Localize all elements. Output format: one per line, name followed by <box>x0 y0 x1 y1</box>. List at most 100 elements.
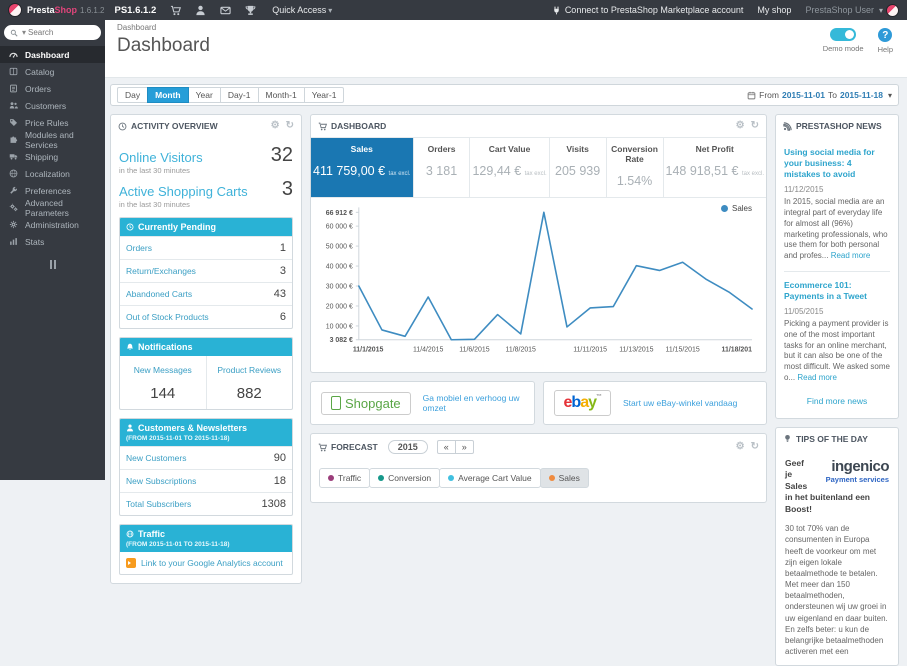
sidebar-item-stats[interactable]: Stats <box>0 233 105 250</box>
ebay-letter: b <box>571 394 580 411</box>
kpi-label: Conversion Rate <box>609 144 661 164</box>
sidebar-item-price-rules[interactable]: Price Rules <box>0 114 105 131</box>
refresh-icon[interactable]: ↻ <box>751 121 759 131</box>
pending-returns-link[interactable]: Return/Exchanges <box>126 266 196 276</box>
book-icon <box>9 67 18 76</box>
wrench-icon <box>9 186 18 195</box>
sidebar-item-orders[interactable]: Orders <box>0 80 105 97</box>
forecast-traffic-button[interactable]: Traffic <box>319 468 370 488</box>
date-range-picker[interactable]: From 2015-11-01 To 2015-11-18 ▾ <box>747 90 892 100</box>
ebay-module-card: ebay™ Start uw eBay-winkel vandaag <box>543 381 768 425</box>
gear-icon[interactable]: ⚙ <box>736 442 745 452</box>
demo-mode-control[interactable]: Demo mode <box>823 28 864 54</box>
new-messages-value: 144 <box>122 385 204 402</box>
marketplace-link[interactable]: Connect to PrestaShop Marketplace accoun… <box>552 5 744 15</box>
product-reviews-link[interactable]: Product Reviews <box>217 365 281 375</box>
filter-day-1-button[interactable]: Day-1 <box>220 87 259 103</box>
sidebar-item-shipping[interactable]: Shipping <box>0 148 105 165</box>
sidebar-item-catalog[interactable]: Catalog <box>0 63 105 80</box>
sidebar-item-label: Stats <box>25 237 44 247</box>
news-article-title[interactable]: Ecommerce 101: Payments in a Tweet <box>784 280 890 302</box>
main-content: Dashboard Dashboard Demo mode ? Help Day… <box>105 20 907 480</box>
sidebar-item-modules[interactable]: Modules and Services <box>0 131 105 148</box>
active-carts-sub: in the last 30 minutes <box>119 200 293 209</box>
refresh-icon[interactable]: ↻ <box>751 442 759 452</box>
gear-icon <box>9 220 18 229</box>
sidebar-collapse-handle[interactable] <box>0 260 105 269</box>
google-analytics-link[interactable]: Link to your Google Analytics account <box>141 558 283 568</box>
forecast-conversion-button[interactable]: Conversion <box>369 468 440 488</box>
sidebar-search[interactable]: ▾ <box>4 25 101 40</box>
activity-overview-title: ACTIVITY OVERVIEW <box>131 121 218 131</box>
new-customers-link[interactable]: New Customers <box>126 453 186 463</box>
read-more-link[interactable]: Read more <box>797 373 837 382</box>
search-input[interactable] <box>28 28 83 37</box>
forecast-year: 2015 <box>388 440 428 454</box>
filter-year-button[interactable]: Year <box>188 87 221 103</box>
active-carts-link[interactable]: Active Shopping Carts <box>119 184 248 199</box>
pending-orders-link[interactable]: Orders <box>126 243 152 253</box>
news-article-title[interactable]: Using social media for your business: 4 … <box>784 147 890 180</box>
table-row: Out of Stock Products6 <box>120 305 292 328</box>
total-subscribers-link[interactable]: Total Subscribers <box>126 499 191 509</box>
dashboard-panel-title: DASHBOARD <box>331 121 386 131</box>
abandoned-carts-link[interactable]: Abandoned Carts <box>126 289 192 299</box>
kpi-label: Visits <box>552 144 604 154</box>
kpi-value: 129,44 € <box>472 164 521 178</box>
refresh-icon[interactable]: ↻ <box>286 121 294 131</box>
kpi-orders[interactable]: Orders 3 181 <box>413 138 470 197</box>
online-visitors-value: 32 <box>271 145 293 165</box>
prestashop-logo[interactable] <box>8 3 22 17</box>
new-messages-link[interactable]: New Messages <box>134 365 192 375</box>
gear-icon[interactable]: ⚙ <box>736 121 745 131</box>
shop-name[interactable]: PS1.6.1.2 <box>115 5 157 16</box>
mail-icon[interactable] <box>220 5 231 16</box>
cart-icon <box>318 122 327 131</box>
kpi-value: 3 181 <box>426 164 457 178</box>
sidebar-item-customers[interactable]: Customers <box>0 97 105 114</box>
sidebar-item-preferences[interactable]: Preferences <box>0 182 105 199</box>
kpi-visits[interactable]: Visits 205 939 <box>549 138 606 197</box>
news-title: PRESTASHOP NEWS <box>796 121 882 131</box>
sales-line-chart[interactable]: 66 912 €60 000 €50 000 €40 000 €30 000 €… <box>315 202 760 370</box>
forecast-next-button[interactable]: » <box>455 440 474 454</box>
customers-icon[interactable] <box>195 5 206 16</box>
new-subscriptions-link[interactable]: New Subscriptions <box>126 476 196 486</box>
sidebar-item-localization[interactable]: Localization <box>0 165 105 182</box>
forecast-prev-button[interactable]: « <box>437 440 456 454</box>
forecast-sales-button[interactable]: Sales <box>540 468 589 488</box>
kpi-conversion-rate[interactable]: Conversion Rate 1.54% <box>606 138 663 197</box>
sidebar-item-administration[interactable]: Administration <box>0 216 105 233</box>
forecast-title: FORECAST <box>331 442 378 452</box>
demo-mode-toggle[interactable] <box>830 28 856 41</box>
caret-down-icon[interactable]: ▾ <box>22 28 26 37</box>
kpi-cart-value[interactable]: Cart Value 129,44 € tax excl. <box>469 138 548 197</box>
my-shop-link[interactable]: My shop <box>757 5 791 15</box>
online-visitors-link[interactable]: Online Visitors <box>119 150 203 165</box>
sidebar-item-dashboard[interactable]: Dashboard <box>0 46 105 63</box>
find-more-news-link[interactable]: Find more news <box>784 396 890 406</box>
tips-title: TIPS OF THE DAY <box>796 434 868 444</box>
shopgate-link[interactable]: Ga mobiel en verhoog uw omzet <box>423 393 524 413</box>
kpi-net-profit[interactable]: Net Profit 148 918,51 € tax excl. <box>663 138 767 197</box>
filter-day-button[interactable]: Day <box>117 87 148 103</box>
help-control[interactable]: ? Help <box>878 28 893 54</box>
out-of-stock-link[interactable]: Out of Stock Products <box>126 312 209 322</box>
gear-icon[interactable]: ⚙ <box>271 121 280 131</box>
sidebar-item-advanced-parameters[interactable]: Advanced Parameters <box>0 199 105 216</box>
filter-year-1-button[interactable]: Year-1 <box>304 87 345 103</box>
kpi-sales[interactable]: Sales 411 759,00 € tax excl. <box>311 138 413 197</box>
filter-month-button[interactable]: Month <box>147 87 189 103</box>
user-menu[interactable]: PrestaShop User ▾ <box>805 4 899 17</box>
cart-icon[interactable] <box>170 5 181 16</box>
read-more-link[interactable]: Read more <box>831 251 871 260</box>
filter-month-1-button[interactable]: Month-1 <box>258 87 305 103</box>
date-range-segment: Day Month Year Day-1 Month-1 Year-1 <box>117 87 344 103</box>
quick-access-menu[interactable]: Quick Access▾ <box>272 5 332 15</box>
forecast-avg-cart-button[interactable]: Average Cart Value <box>439 468 540 488</box>
ebay-link[interactable]: Start uw eBay-winkel vandaag <box>623 398 737 408</box>
trophy-icon[interactable] <box>245 5 256 16</box>
topbar-right: Connect to PrestaShop Marketplace accoun… <box>552 4 899 17</box>
forecast-panel: FORECAST 2015 « » ⚙↻ Traffic Conversion … <box>310 433 767 503</box>
help-icon[interactable]: ? <box>878 28 892 42</box>
